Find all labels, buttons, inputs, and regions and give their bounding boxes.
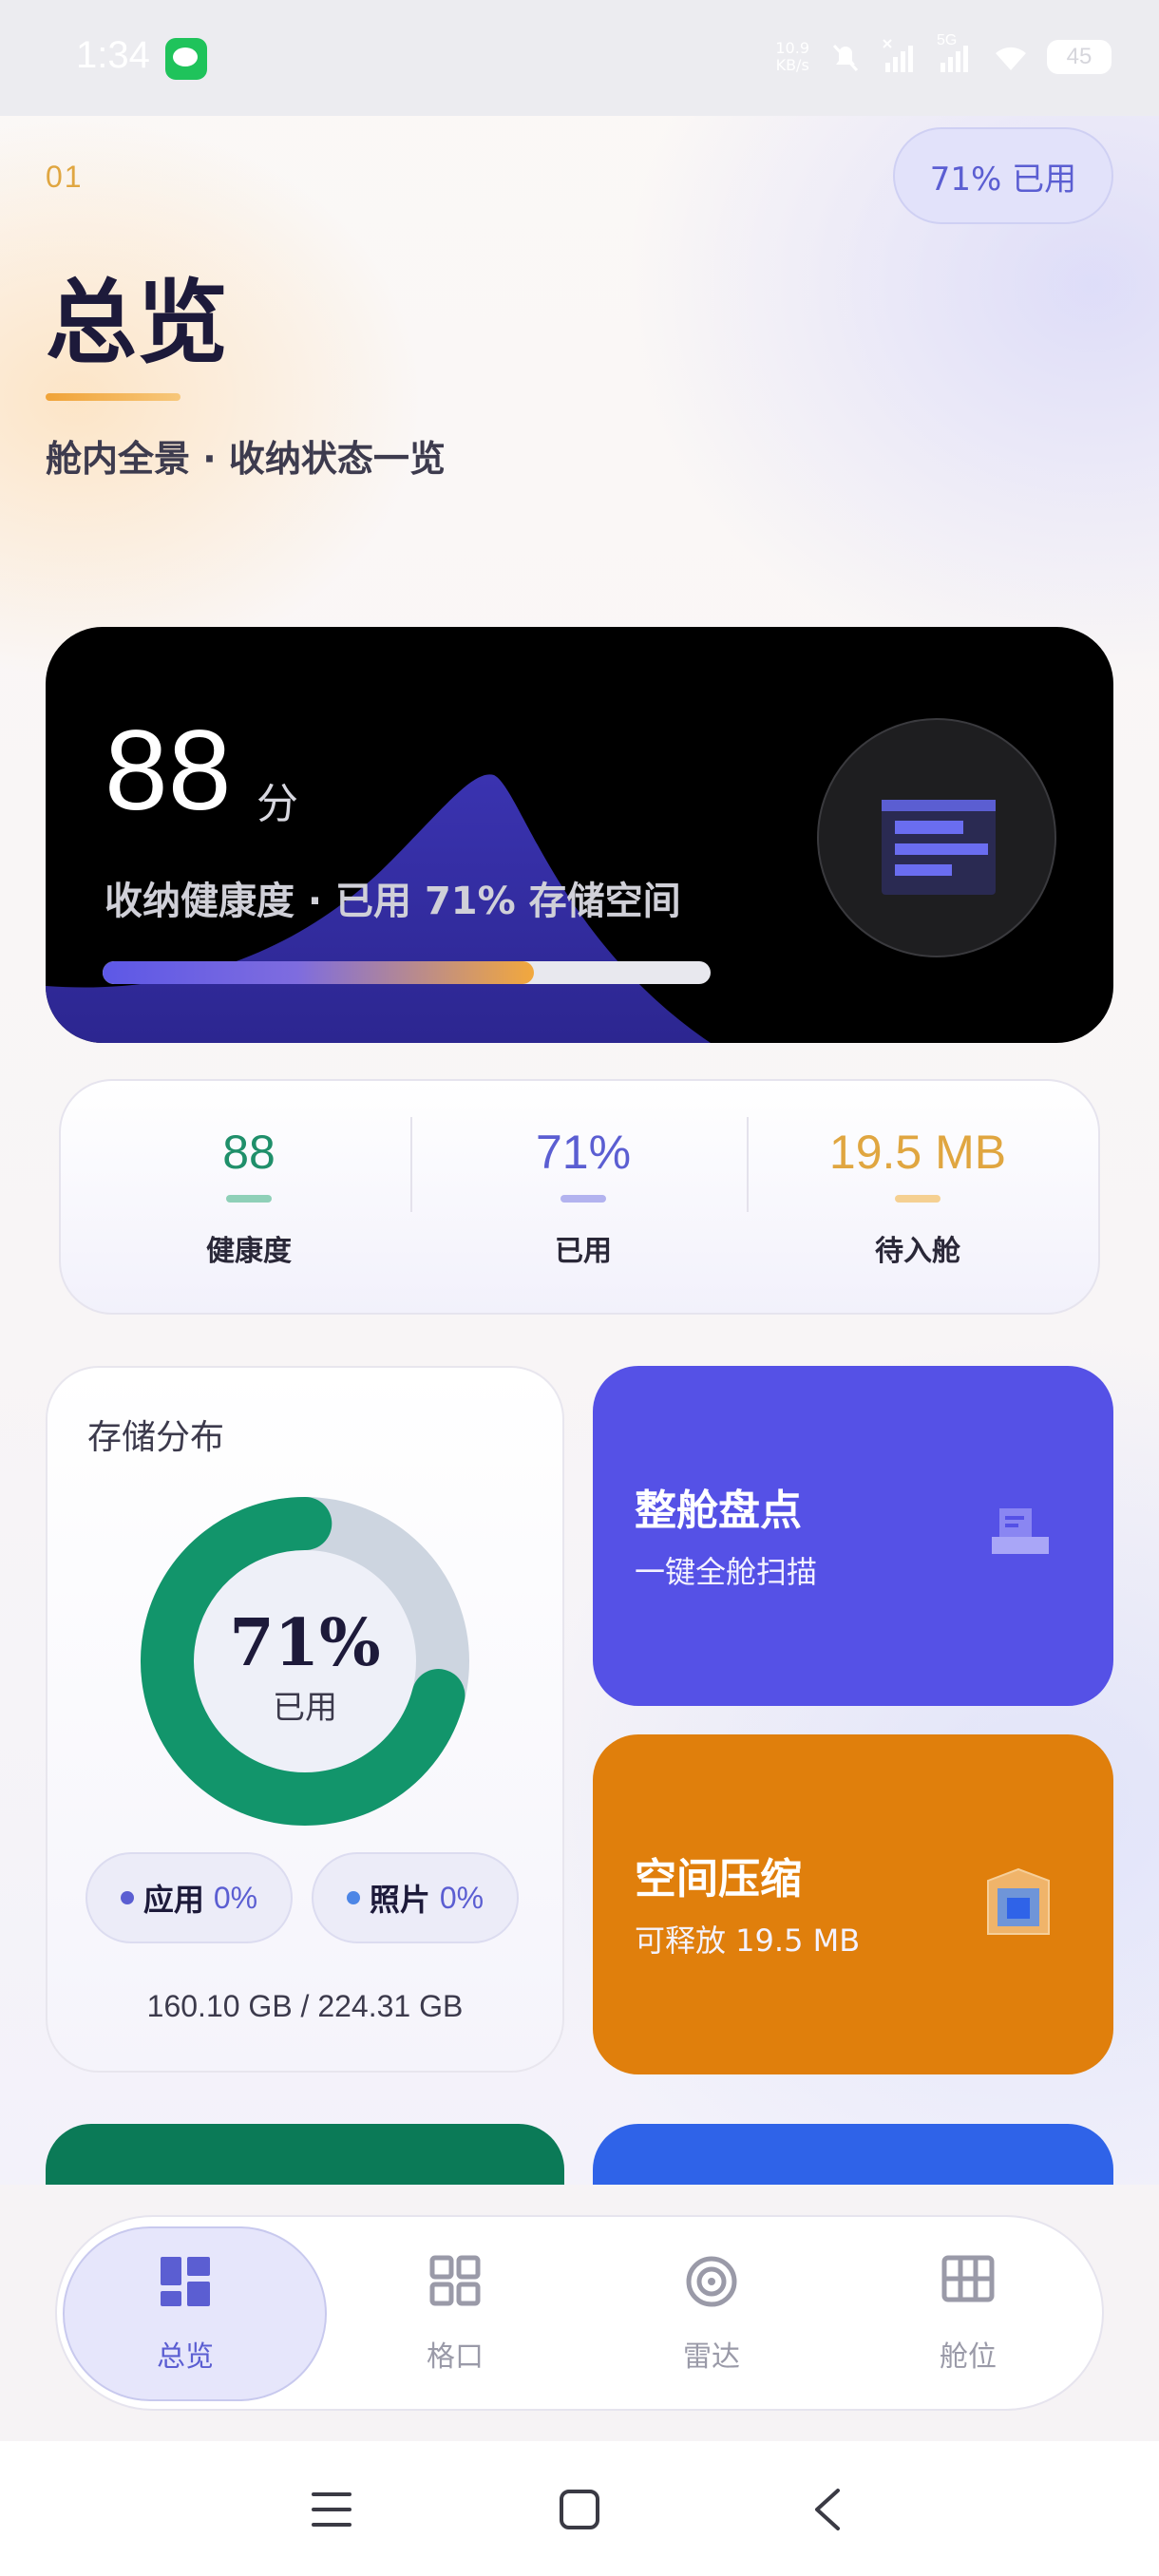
chip-dot — [120, 1891, 134, 1904]
compress-frame-icon — [987, 1867, 1050, 1935]
health-score-unit: 分 — [256, 780, 298, 828]
stat-label: 已用 — [555, 1235, 612, 1268]
back-icon[interactable] — [809, 2487, 844, 2532]
storage-percent-label: 已用 — [273, 1689, 337, 1727]
signal-sim1-icon — [883, 39, 913, 72]
stat-label: 待入舱 — [875, 1235, 960, 1268]
dashboard-icon — [57, 2255, 314, 2308]
stat-divider — [747, 1117, 749, 1212]
stat-value: 71% — [535, 1126, 632, 1179]
stat-used: 71% 已用 — [422, 1081, 745, 1316]
nav-tab-bays[interactable]: 舱位 — [840, 2217, 1096, 2413]
inventory-box-icon — [992, 1508, 1049, 1554]
mute-bell-icon — [832, 44, 859, 72]
title-underline — [46, 393, 180, 401]
stat-label: 健康度 — [206, 1235, 292, 1268]
storage-percent: 71% — [229, 1605, 381, 1681]
nav-active-pill — [63, 2226, 327, 2401]
usage-badge[interactable]: 71% 已用 — [893, 127, 1113, 224]
table-icon — [840, 2255, 1096, 2302]
chip-dot — [346, 1891, 360, 1904]
health-icon-button[interactable] — [817, 718, 1056, 957]
network-speed-unit: KB/s — [775, 56, 809, 74]
stat-dash — [560, 1195, 606, 1203]
stats-summary: 88 健康度 71% 已用 19.5 MB 待入舱 — [59, 1079, 1100, 1315]
chip-value: 0% — [213, 1880, 258, 1915]
stat-value: 88 — [222, 1126, 276, 1179]
stat-value: 19.5 MB — [828, 1126, 1007, 1179]
nav-tab-radar[interactable]: 雷达 — [583, 2217, 840, 2413]
radar-icon — [583, 2255, 840, 2308]
nav-tab-overview[interactable]: 总览 — [57, 2217, 327, 2413]
status-time: 1:34 — [76, 34, 150, 76]
health-caption: 收纳健康度 · 已用 71% 存储空间 — [104, 880, 681, 923]
document-list-icon — [882, 800, 996, 895]
stat-divider — [410, 1117, 412, 1212]
storage-title: 存储分布 — [87, 1418, 225, 1457]
stat-dash — [226, 1195, 272, 1203]
status-icons: 10.9 KB/s 5G 45 — [775, 28, 1112, 85]
action-title: 空间压缩 — [635, 1855, 802, 1904]
health-score-card[interactable]: 88 分 收纳健康度 · 已用 71% 存储空间 — [46, 627, 1113, 1043]
page-title: 总览 — [46, 269, 228, 376]
space-compress-card[interactable]: 空间压缩 可释放 19.5 MB — [593, 1734, 1113, 2074]
chip-photos[interactable]: 照片 0% — [312, 1852, 519, 1943]
grid-icon — [327, 2255, 583, 2306]
nav-label: 舱位 — [940, 2340, 997, 2374]
nav-label: 格口 — [427, 2340, 484, 2374]
action-subtitle: 可释放 19.5 MB — [635, 1923, 861, 1959]
storage-distribution-card[interactable]: 存储分布 71% 已用 应用 0% 照片 0% 160.10 GB / 224.… — [46, 1366, 564, 2073]
chip-label: 照片 — [369, 1882, 430, 1918]
wechat-notification-icon — [165, 38, 207, 80]
stat-pending: 19.5 MB 待入舱 — [756, 1081, 1079, 1316]
signal-sim2-icon — [940, 46, 968, 72]
health-progress-fill — [103, 961, 535, 984]
network-speed-value: 10.9 — [775, 39, 809, 57]
stat-dash — [895, 1195, 940, 1203]
network-speed: 10.9 KB/s — [775, 40, 809, 74]
chip-value: 0% — [439, 1880, 484, 1915]
nav-tab-grid[interactable]: 格口 — [327, 2217, 583, 2413]
battery-icon: 45 — [1047, 40, 1112, 74]
bottom-nav: 总览 格口 雷达 舱位 — [55, 2215, 1104, 2411]
wifi-icon — [996, 47, 1026, 70]
system-nav-bar — [0, 2441, 1159, 2576]
health-progress-bar — [103, 961, 711, 984]
inventory-scan-card[interactable]: 整舱盘点 一键全舱扫描 — [593, 1366, 1113, 1706]
nav-label: 雷达 — [683, 2340, 740, 2374]
page-subtitle: 舱内全景 · 收纳状态一览 — [46, 438, 446, 480]
chip-apps[interactable]: 应用 0% — [86, 1852, 293, 1943]
storage-total: 160.10 GB / 224.31 GB — [146, 1989, 464, 2023]
section-number: 01 — [46, 160, 84, 194]
chip-label: 应用 — [142, 1882, 204, 1918]
menu-icon[interactable] — [310, 2491, 353, 2529]
home-icon[interactable] — [559, 2489, 600, 2530]
stat-health: 88 健康度 — [87, 1081, 410, 1316]
action-subtitle: 一键全舱扫描 — [635, 1554, 818, 1590]
nav-label: 总览 — [157, 2340, 214, 2374]
status-bar: 1:34 10.9 KB/s 5G 45 — [0, 0, 1159, 116]
action-title: 整舱盘点 — [635, 1487, 802, 1535]
signal-5g-group: 5G — [937, 32, 975, 76]
health-score: 88 — [104, 707, 232, 834]
